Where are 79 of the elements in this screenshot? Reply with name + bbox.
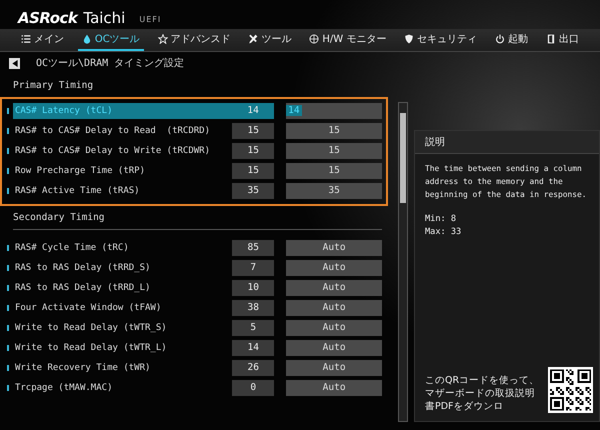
drop-icon	[82, 34, 92, 44]
firmware-label: UEFI	[139, 15, 162, 24]
qr-caption: このQRコードを使って、マザーボードの取扱説明書PDFをダウンロ	[425, 374, 540, 413]
row-marker	[7, 325, 9, 331]
min-value: Min: 8	[425, 213, 458, 226]
model-name: Taichi	[83, 9, 126, 27]
current-value: 15	[232, 123, 274, 139]
current-value: 0	[232, 380, 274, 396]
back-button[interactable]	[9, 58, 20, 68]
menu-tab[interactable]: セキュリティ	[400, 29, 482, 51]
scrollbar-thumb[interactable]	[400, 113, 406, 203]
max-value: Max: 33	[425, 226, 462, 239]
qr-code	[548, 367, 593, 413]
menu-tab[interactable]: ツール	[244, 29, 296, 51]
globe-icon	[309, 34, 320, 44]
row-marker	[7, 285, 9, 291]
current-value: 14	[232, 103, 274, 119]
setting-label[interactable]: Four Activate Window (tFAW)	[12, 300, 220, 316]
menu-tab[interactable]: OCツール	[78, 29, 144, 51]
setting-field[interactable]: Auto	[286, 280, 382, 296]
row-marker	[7, 168, 9, 174]
row-marker	[7, 148, 9, 154]
setting-label[interactable]: RAS to RAS Delay (tRRD_S)	[12, 260, 220, 276]
brand-logo: ASRock	[18, 9, 78, 27]
current-value: 85	[232, 240, 274, 256]
row-marker	[7, 188, 9, 194]
row-marker	[7, 265, 9, 271]
setting-label[interactable]: Write to Read Delay (tWTR_S)	[12, 320, 220, 336]
setting-label[interactable]: Write to Read Delay (tWTR_L)	[12, 340, 220, 356]
row-marker	[7, 305, 9, 311]
current-value: 35	[232, 183, 274, 199]
power-icon	[495, 34, 506, 44]
row-marker	[7, 345, 9, 351]
row-marker	[7, 365, 9, 371]
current-value: 5	[232, 320, 274, 336]
setting-label[interactable]: RAS# Active Time (tRAS)	[12, 183, 220, 199]
scrollbar[interactable]	[398, 102, 408, 422]
door-icon	[546, 34, 556, 44]
list-icon	[20, 34, 31, 44]
setting-label[interactable]: RAS# to CAS# Delay to Read (tRCDRD)	[12, 123, 220, 139]
setting-label[interactable]: Write Recovery Time (tWR)	[12, 360, 220, 376]
breadcrumb: OCツール\DRAM タイミング設定	[36, 56, 184, 70]
star-icon	[158, 34, 168, 44]
setting-label[interactable]: Row Precharge Time (tRP)	[12, 163, 220, 179]
setting-field[interactable]: Auto	[286, 340, 382, 356]
setting-field[interactable]: Auto	[286, 260, 382, 276]
setting-field[interactable]: 15	[286, 123, 382, 139]
setting-field[interactable]: Auto	[286, 380, 382, 396]
current-value: 7	[232, 260, 274, 276]
row-marker	[7, 108, 9, 114]
current-value: 26	[232, 360, 274, 376]
row-marker	[7, 245, 9, 251]
current-value: 10	[232, 280, 274, 296]
row-marker	[7, 385, 9, 391]
section-title: Secondary Timing	[12, 211, 106, 225]
setting-label[interactable]: RAS to RAS Delay (tRRD_L)	[12, 280, 220, 296]
setting-field[interactable]: 15	[286, 163, 382, 179]
current-value: 15	[232, 143, 274, 159]
menu-tab[interactable]: メイン	[16, 29, 68, 51]
setting-field[interactable]: Auto	[286, 360, 382, 376]
setting-label[interactable]: Trcpage (tMAW.MAC)	[12, 380, 220, 396]
setting-field[interactable]: 15	[286, 143, 382, 159]
menu-tab[interactable]: アドバンスド	[154, 29, 235, 51]
setting-field[interactable]: Auto	[286, 240, 382, 256]
section-title: Primary Timing	[12, 79, 94, 93]
setting-label[interactable]: RAS# to CAS# Delay to Write (tRCDWR)	[12, 143, 220, 159]
row-marker	[7, 128, 9, 134]
help-title: 説明	[415, 131, 599, 154]
menu-tab[interactable]: 起動	[491, 29, 532, 51]
setting-field[interactable]: Auto	[286, 300, 382, 316]
shield-icon	[404, 34, 414, 44]
menu-tab[interactable]: 出口	[542, 29, 583, 51]
setting-field[interactable]: Auto	[286, 320, 382, 336]
current-value: 38	[232, 300, 274, 316]
setting-label[interactable]: RAS# Cycle Time (tRC)	[12, 240, 220, 256]
current-value: 15	[232, 163, 274, 179]
setting-field[interactable]: 35	[286, 183, 382, 199]
menu-tab[interactable]: H/W モニター	[305, 29, 390, 51]
current-value: 14	[232, 340, 274, 356]
